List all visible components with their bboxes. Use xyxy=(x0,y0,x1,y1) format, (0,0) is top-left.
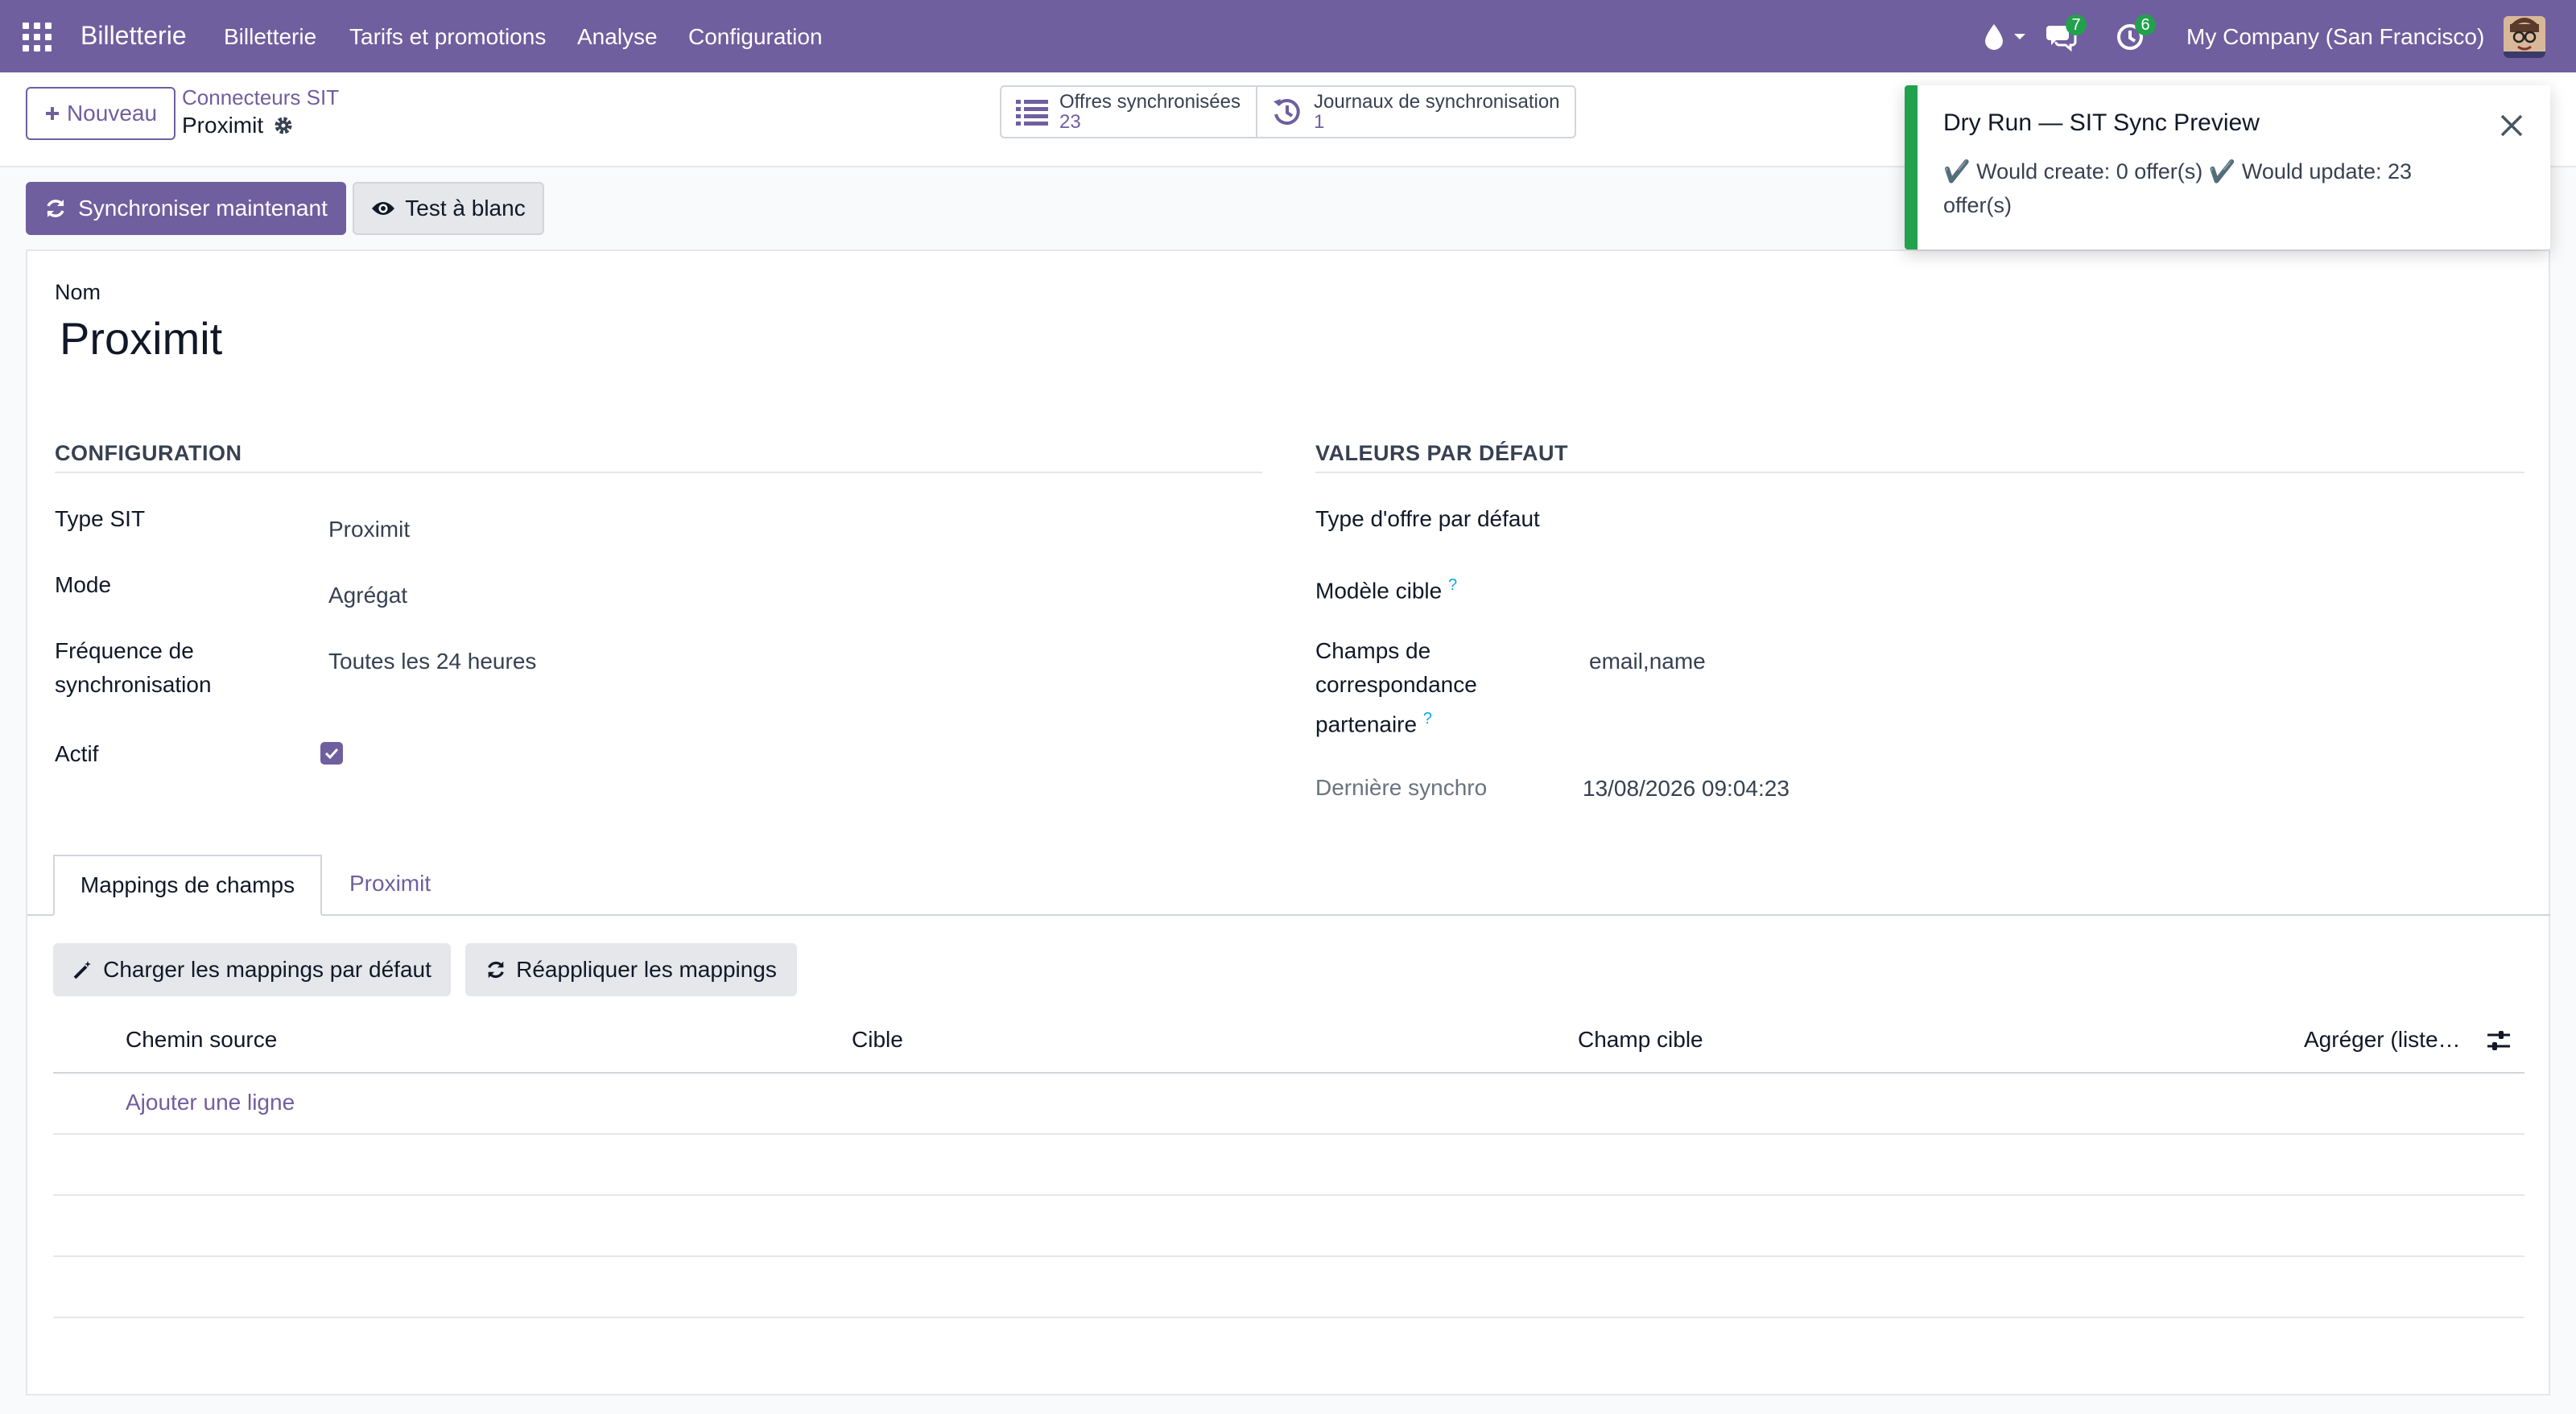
breadcrumb-current-label: Proximit xyxy=(182,113,264,138)
frequency-field[interactable]: Toutes les 24 heures xyxy=(328,649,536,674)
droplet-icon xyxy=(1985,24,2003,50)
column-header-aggregate[interactable]: Agréger (liste… xyxy=(2304,1027,2461,1053)
frequency-label-line1: Fréquence de xyxy=(55,638,194,663)
active-label: Actif xyxy=(55,741,99,766)
plus-icon xyxy=(45,107,59,120)
match-fields-label-line3: partenaire xyxy=(1315,711,1418,737)
sync-now-label: Synchroniser maintenant xyxy=(78,196,328,221)
column-header-target-field[interactable]: Champ cible xyxy=(1578,1027,1703,1053)
form-sheet: Nom Proximit CONFIGURATION Type SIT Prox… xyxy=(26,249,2550,1395)
user-avatar[interactable] xyxy=(2504,16,2545,58)
frequency-label: Fréquence de synchronisation xyxy=(55,634,212,702)
table-row xyxy=(53,1133,2524,1135)
smart-button-label: Journaux de synchronisation xyxy=(1314,91,1560,113)
refresh-icon xyxy=(488,961,504,979)
help-icon[interactable]: ? xyxy=(1448,576,1457,594)
defaults-divider xyxy=(1315,472,2524,473)
tab-proximit[interactable]: Proximit xyxy=(349,871,431,897)
toast-title: Dry Run — SIT Sync Preview xyxy=(1943,109,2260,136)
table-header-divider xyxy=(53,1072,2524,1074)
column-settings-icon[interactable] xyxy=(2486,1029,2512,1053)
avatar-icon xyxy=(2504,16,2545,58)
smart-button-sync-logs[interactable]: Journaux de synchronisation 1 xyxy=(1256,87,1575,137)
default-offer-type-label: Type d'offre par défaut xyxy=(1315,506,1540,531)
check-icon xyxy=(324,748,339,759)
reapply-mappings-label: Réappliquer les mappings xyxy=(516,957,777,982)
name-label: Nom xyxy=(55,280,101,304)
refresh-icon xyxy=(47,200,64,217)
smart-button-value: 1 xyxy=(1314,111,1325,133)
company-switcher[interactable]: My Company (San Francisco) xyxy=(2186,24,2484,50)
active-checkbox[interactable] xyxy=(320,742,343,765)
dry-run-button[interactable]: Test à blanc xyxy=(353,182,544,235)
notification-toast: Dry Run — SIT Sync Preview ✔️ Would crea… xyxy=(1905,85,2550,249)
match-fields-label-line1: Champs de xyxy=(1315,638,1431,663)
toast-body: ✔️ Would create: 0 offer(s) ✔️ Would upd… xyxy=(1943,159,2413,217)
target-model-label-text: Modèle cible xyxy=(1315,578,1443,604)
menu-item-tarifs[interactable]: Tarifs et promotions xyxy=(349,24,546,50)
dry-run-label: Test à blanc xyxy=(405,196,526,221)
configuration-divider xyxy=(55,472,1262,473)
match-fields-label: Champs de correspondance partenaire ? xyxy=(1315,634,1477,741)
reapply-mappings-button[interactable]: Réappliquer les mappings xyxy=(465,943,797,996)
configuration-group-title: CONFIGURATION xyxy=(55,441,242,465)
add-line-link[interactable]: Ajouter une ligne xyxy=(126,1090,295,1115)
column-header-source-path[interactable]: Chemin source xyxy=(126,1027,277,1053)
sit-type-label: Type SIT xyxy=(55,506,146,531)
table-row xyxy=(53,1255,2524,1257)
sit-type-field[interactable]: Proximit xyxy=(328,517,410,542)
smart-button-synced-offers[interactable]: Offres synchronisées 23 xyxy=(1001,87,1256,137)
gear-icon[interactable] xyxy=(273,115,294,136)
menu-item-configuration[interactable]: Configuration xyxy=(688,24,823,50)
match-fields-label-line2: correspondance xyxy=(1315,672,1477,697)
target-model-label: Modèle cible ? xyxy=(1315,568,1457,608)
apps-grid-icon[interactable] xyxy=(23,23,52,52)
menu-item-billetterie[interactable]: Billetterie xyxy=(224,24,316,50)
breadcrumb-parent[interactable]: Connecteurs SIT xyxy=(182,85,339,110)
activities-badge: 6 xyxy=(2135,14,2156,35)
match-fields-field[interactable]: email,name xyxy=(1589,649,1706,674)
table-row xyxy=(53,1194,2524,1196)
table-row xyxy=(53,1317,2524,1318)
sync-now-button[interactable]: Synchroniser maintenant xyxy=(26,182,346,235)
chevron-down-icon xyxy=(2014,34,2025,39)
mode-field[interactable]: Agrégat xyxy=(328,583,407,608)
messages-badge: 7 xyxy=(2066,14,2087,35)
activities-button[interactable]: 6 xyxy=(2116,14,2167,56)
app-brand[interactable]: Billetterie xyxy=(80,21,187,51)
new-button[interactable]: Nouveau xyxy=(26,87,175,140)
debug-dropdown[interactable] xyxy=(1982,16,2030,56)
name-field[interactable]: Proximit xyxy=(60,312,222,365)
load-default-mappings-button[interactable]: Charger les mappings par défaut xyxy=(53,943,451,996)
new-button-label: Nouveau xyxy=(66,101,158,126)
breadcrumb-current: Proximit xyxy=(182,113,294,138)
mode-label: Mode xyxy=(55,572,112,597)
last-sync-field: 13/08/2026 09:04:23 xyxy=(1583,776,1790,801)
list-icon xyxy=(1016,100,1048,126)
defaults-group-title: VALEURS PAR DÉFAUT xyxy=(1315,441,1569,465)
magic-wand-icon xyxy=(73,961,92,979)
tabs-divider xyxy=(27,914,2550,916)
smart-button-label: Offres synchronisées xyxy=(1059,91,1241,113)
smart-buttons: Offres synchronisées 23 Journaux de sync… xyxy=(1000,85,1576,138)
frequency-label-line2: synchronisation xyxy=(55,672,212,697)
column-header-target[interactable]: Cible xyxy=(852,1027,903,1053)
history-icon xyxy=(1274,99,1300,126)
messages-button[interactable]: 7 xyxy=(2045,14,2093,56)
load-default-mappings-label: Charger les mappings par défaut xyxy=(103,957,431,982)
help-icon[interactable]: ? xyxy=(1423,710,1432,728)
smart-button-value: 23 xyxy=(1059,111,1081,133)
tab-field-mappings[interactable]: Mappings de champs xyxy=(53,855,322,916)
top-navbar: Billetterie Billetterie Tarifs et promot… xyxy=(0,0,2576,72)
close-icon[interactable] xyxy=(2497,111,2526,140)
last-sync-label: Dernière synchro xyxy=(1315,775,1488,800)
menu-item-analyse[interactable]: Analyse xyxy=(577,24,658,50)
eye-icon xyxy=(372,202,395,215)
